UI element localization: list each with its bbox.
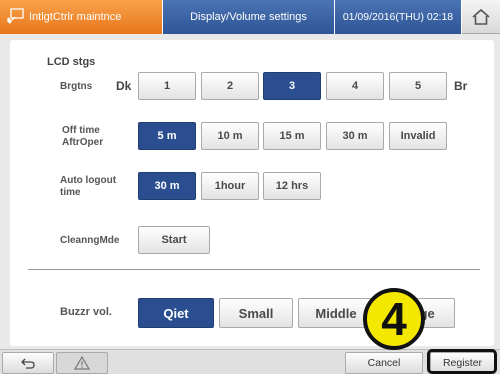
off-time-label-line2: AftrOper — [62, 137, 104, 148]
brightness-dark-label: Dk — [116, 79, 132, 93]
off-time-label-line1: Off time — [62, 125, 100, 136]
datetime-display: 01/09/2016(THU) 02:18 — [335, 0, 462, 34]
brightness-option-3[interactable]: 3 — [263, 72, 321, 100]
section-label: IntlgtCtrlr maintnce — [29, 11, 122, 23]
lcd-settings-title: LCD stgs — [47, 56, 96, 68]
brightness-option-1[interactable]: 1 — [138, 72, 196, 100]
back-arrow-icon — [21, 358, 35, 369]
off-time-option-invalid[interactable]: Invalid — [389, 122, 447, 150]
back-button[interactable] — [2, 352, 54, 374]
brightness-label: Brgtns — [60, 81, 93, 92]
off-time-option-15m[interactable]: 15 m — [263, 122, 321, 150]
auto-logout-label-line1: Auto logout — [60, 175, 117, 186]
buzzer-volume-label: Buzzr vol. — [60, 306, 112, 318]
warning-icon — [74, 356, 90, 370]
cleaning-mode-label: CleanngMde — [60, 235, 120, 246]
home-icon — [472, 8, 490, 25]
register-highlight-frame — [427, 349, 497, 374]
maintenance-tab[interactable]: IntlgtCtrlr maintnce — [0, 0, 163, 34]
off-time-label: Off time AftrOper — [62, 125, 103, 149]
screen-title: Display/Volume settings — [163, 0, 335, 34]
cancel-button[interactable]: Cancel — [345, 352, 423, 374]
off-time-option-30m[interactable]: 30 m — [326, 122, 384, 150]
off-time-option-10m[interactable]: 10 m — [201, 122, 259, 150]
section-divider — [28, 269, 480, 270]
off-time-option-5m[interactable]: 5 m — [138, 122, 196, 150]
warning-button[interactable] — [56, 352, 108, 374]
auto-logout-option-1hour[interactable]: 1hour — [201, 172, 259, 200]
auto-logout-option-12hrs[interactable]: 12 hrs — [263, 172, 321, 200]
auto-logout-label: Auto logout time — [60, 175, 116, 199]
brightness-option-5[interactable]: 5 — [389, 72, 447, 100]
step-number-badge: 4 — [363, 288, 425, 350]
buzzer-option-quiet[interactable]: Qiet — [138, 298, 214, 328]
brightness-option-2[interactable]: 2 — [201, 72, 259, 100]
auto-logout-option-30m[interactable]: 30 m — [138, 172, 196, 200]
controller-icon — [7, 8, 24, 24]
brightness-bright-label: Br — [454, 79, 468, 93]
auto-logout-label-line2: time — [60, 187, 81, 198]
header-bar: IntlgtCtrlr maintnce Display/Volume sett… — [0, 0, 500, 34]
buzzer-option-small[interactable]: Small — [219, 298, 293, 328]
home-button[interactable] — [462, 0, 500, 34]
brightness-option-4[interactable]: 4 — [326, 72, 384, 100]
cleaning-start-button[interactable]: Start — [138, 226, 210, 254]
